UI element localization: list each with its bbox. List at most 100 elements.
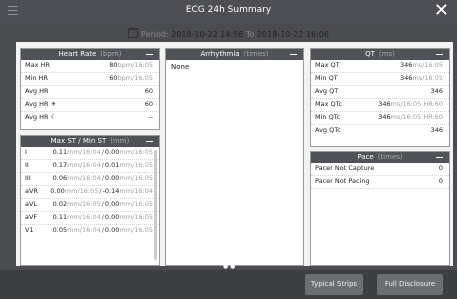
row-label: Avg HR ☾	[25, 113, 57, 121]
row-label: Avg QTc	[315, 126, 341, 134]
row-unit: ms/16:05	[412, 61, 443, 69]
st-min: 0.00	[104, 213, 120, 221]
table-row: Min QT 346ms/16:05	[311, 73, 449, 86]
max-min-st-unit: (mm)	[110, 137, 130, 145]
table-row: Max QT 346ms/16:05	[311, 60, 449, 73]
lead-label: II	[25, 161, 29, 169]
period-to-word: To	[245, 30, 255, 39]
row-value: --	[148, 113, 153, 121]
period-from: 2018-10-22 14:56	[171, 30, 244, 39]
close-button[interactable]: ✕	[434, 1, 449, 21]
st-min-time: mm/16:05	[119, 174, 153, 182]
row-label: Min QT	[315, 74, 338, 82]
st-min-time: mm/16:05	[119, 161, 153, 169]
st-max: 0.11	[52, 148, 68, 156]
st-max: 0.00	[50, 187, 65, 195]
row-label: Avg HR ☀	[25, 100, 57, 108]
st-max-time: mm/16:05	[67, 200, 101, 208]
lead-label: V1	[25, 226, 34, 234]
row-label: Min QTc	[315, 113, 341, 121]
row-value: 0	[438, 177, 443, 185]
qt-unit: (ms)	[378, 50, 395, 58]
pace-unit: (times)	[377, 153, 403, 161]
row-label: Max QTc	[315, 100, 343, 108]
st-max-time: mm/16:04	[67, 213, 101, 221]
qt-panel: QT (ms) Max QT 346ms/16:05 Min QT 346ms/16:…	[310, 48, 450, 147]
max-min-st-title: Max ST / Min ST	[50, 137, 107, 145]
collapse-icon[interactable]	[146, 54, 153, 55]
row-value: 0	[438, 164, 443, 172]
collapse-icon[interactable]	[146, 141, 153, 142]
table-row: Min QTc 346ms/16:05 HR:60	[311, 112, 449, 125]
max-min-st-panel: Max ST / Min ST (mm) I 0.11mm/16:04/0.00mm…	[20, 135, 160, 266]
full-disclosure-button[interactable]: Full Disclosure	[377, 274, 443, 295]
row-label: Pacer Not Pacing	[315, 177, 370, 185]
st-min-time: mm/16:05	[119, 200, 153, 208]
pace-title: Pace	[357, 153, 374, 161]
row-value: 346	[378, 113, 391, 121]
st-max: 0.05	[52, 226, 68, 234]
table-row: aVR 0.00mm/16:05/-0.14mm/16:04	[21, 186, 159, 199]
st-min-time: mm/16:05	[119, 213, 153, 221]
table-row: Max HR 80bpm/16:05	[21, 60, 159, 73]
collapse-icon[interactable]	[290, 54, 297, 55]
st-max: 0.02	[52, 200, 68, 208]
heart-rate-header[interactable]: Heart Rate (bpm)	[21, 49, 159, 60]
period-range: Period: 2018-10-22 14:56 To 2018-10-22 1…	[0, 28, 457, 39]
row-label: Avg QT	[315, 87, 339, 95]
max-min-st-header[interactable]: Max ST / Min ST (mm)	[21, 136, 159, 147]
st-max-time: mm/16:04	[67, 148, 101, 156]
row-label: Pacer Not Capture	[315, 164, 375, 172]
table-row: aVL 0.02mm/16:05/0.00mm/16:05	[21, 199, 159, 212]
heart-rate-title: Heart Rate	[58, 50, 97, 58]
arrhythmia-panel: Arrhythmia (times) None	[165, 48, 304, 266]
table-row: Avg QTc 346	[311, 125, 449, 137]
scrollbar[interactable]	[154, 150, 157, 260]
table-row: I 0.11mm/16:04/0.00mm/16:05	[21, 147, 159, 160]
pace-header[interactable]: Pace (times)	[311, 152, 449, 163]
typical-strips-button[interactable]: Typical Strips	[305, 274, 363, 295]
period-label: Period:	[141, 30, 169, 39]
st-max: 0.17	[52, 161, 68, 169]
page-indicator: ● ●	[223, 263, 236, 270]
table-row: II 0.17mm/16:04/0.01mm/16:05	[21, 160, 159, 173]
lead-label: aVR	[25, 187, 38, 195]
st-min-time: mm/16:05	[119, 226, 153, 234]
row-unit: ms/16:05	[390, 100, 422, 108]
arrhythmia-unit: (times)	[243, 50, 269, 58]
table-row: Pacer Not Pacing 0	[311, 176, 449, 189]
table-row: Avg HR ☾ --	[21, 112, 159, 124]
row-value: 346	[430, 126, 443, 134]
row-value: 346	[378, 100, 391, 108]
ecg-summary-window: ECG 24h Summary ✕ Period: 2018-10-22 14:…	[0, 0, 457, 299]
row-value: 346	[430, 87, 443, 95]
arrhythmia-value: None	[171, 63, 190, 71]
qt-header[interactable]: QT (ms)	[311, 49, 449, 60]
row-value: 60	[144, 87, 153, 95]
st-min: 0.00	[104, 200, 120, 208]
row-value: 346	[399, 74, 413, 82]
window-title: ECG 24h Summary	[185, 5, 272, 15]
lead-label: III	[25, 174, 31, 182]
row-hr: HR:60	[423, 100, 443, 108]
row-label: Max HR	[25, 61, 50, 69]
st-max: 0.06	[52, 174, 68, 182]
row-value: 60	[144, 100, 153, 108]
title-bar: ECG 24h Summary ✕	[0, 0, 457, 24]
table-row: Min HR 60bpm/16:05	[21, 73, 159, 86]
st-max-time: mm/16:04	[67, 174, 101, 182]
arrhythmia-header[interactable]: Arrhythmia (times)	[166, 49, 303, 60]
table-row: Avg HR ☀ 60	[21, 99, 159, 112]
period-to: 2018-10-22 16:06	[256, 30, 329, 39]
st-max-time: mm/16:04	[67, 226, 101, 234]
table-row: III 0.06mm/16:04/0.00mm/16:05	[21, 173, 159, 186]
lead-label: aVF	[25, 213, 38, 221]
st-min-time: mm/16:05	[119, 148, 153, 156]
calendar-icon	[128, 28, 139, 38]
table-row: V1 0.05mm/16:04/0.00mm/16:05	[25, 226, 153, 234]
collapse-icon[interactable]	[436, 157, 443, 158]
row-hr: HR:60	[423, 113, 443, 121]
row-label: Avg HR	[25, 87, 49, 95]
row-unit: bpm/16:05	[117, 74, 153, 82]
collapse-icon[interactable]	[436, 54, 443, 55]
